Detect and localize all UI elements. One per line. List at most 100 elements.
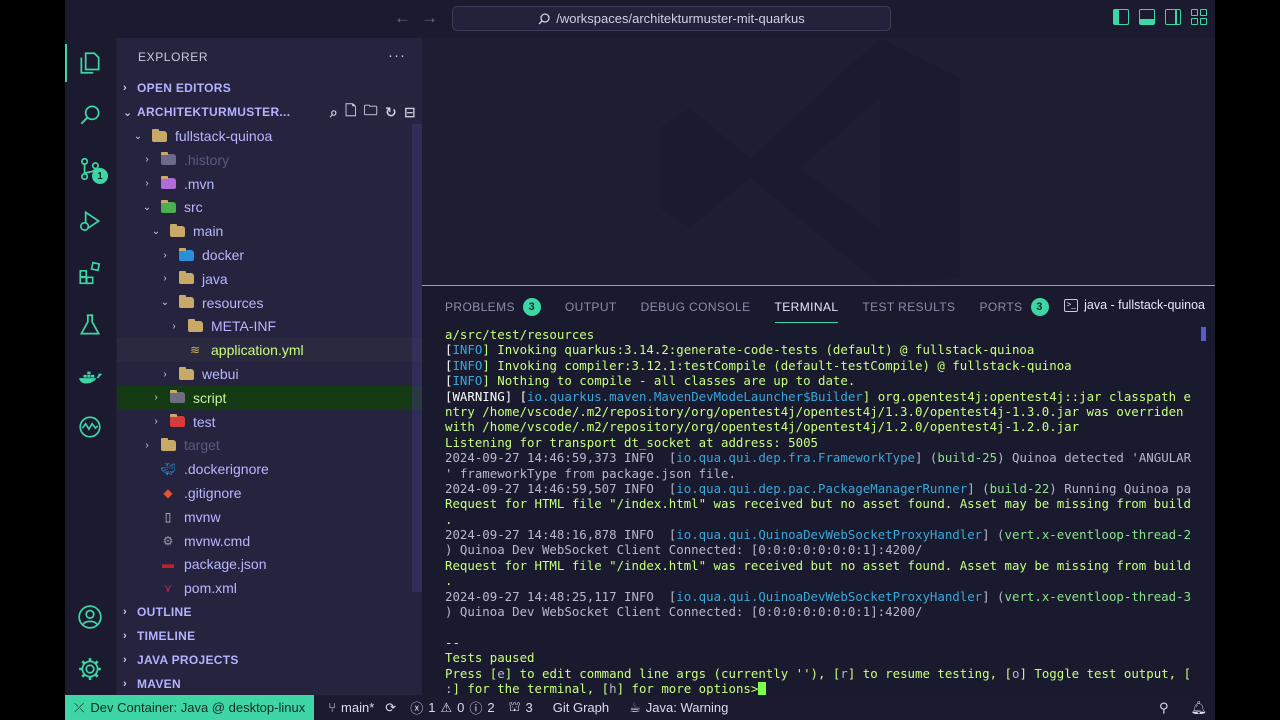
terminal-text: INFO bbox=[624, 480, 669, 496]
tree-folder-webui[interactable]: › webui bbox=[117, 362, 422, 386]
terminal-text: Press [ bbox=[445, 665, 498, 681]
testing-flask-icon[interactable] bbox=[75, 310, 105, 340]
tree-folder-resources[interactable]: ⌄ resources bbox=[117, 291, 422, 315]
tree-scrollbar[interactable] bbox=[412, 124, 422, 592]
account-icon[interactable] bbox=[75, 602, 105, 632]
more-actions-icon[interactable]: ··· bbox=[388, 47, 406, 64]
toggle-panel-icon[interactable] bbox=[1139, 9, 1155, 25]
tree-item-label: .gitignore bbox=[184, 485, 242, 501]
java-status[interactable]: ☕ Java: Warning bbox=[629, 700, 728, 716]
activity-bar: 1 bbox=[65, 38, 115, 695]
terminal-text: ] org.opentest4j:opentest4j::jar classpa… bbox=[862, 388, 1192, 404]
tree-item-label: .history bbox=[184, 151, 230, 168]
info-count: 2 bbox=[487, 700, 495, 715]
tree-folder-java[interactable]: › java bbox=[117, 267, 422, 291]
terminal-scrollbar[interactable] bbox=[1201, 327, 1206, 341]
explorer-sidebar: EXPLORER ··· › OPEN EDITORS ⌄ ARCHITEKTU… bbox=[117, 38, 422, 695]
tree-folder-fullstackquinoa[interactable]: ⌄ fullstack-quinoa bbox=[117, 124, 422, 148]
tab-problems[interactable]: PROBLEMS 3 bbox=[445, 296, 541, 318]
folder-docker-icon bbox=[178, 247, 194, 262]
tree-file-dockerignore[interactable]: 🐳︎ .dockerignore bbox=[117, 457, 422, 481]
toggle-primary-sidebar-icon[interactable] bbox=[1113, 9, 1129, 25]
section-timeline[interactable]: › TIMELINE bbox=[117, 624, 422, 648]
refresh-icon[interactable]: ↻ bbox=[385, 104, 397, 121]
tree-folder-main[interactable]: ⌄ main bbox=[117, 219, 422, 243]
section-project[interactable]: ⌄ ARCHITEKTURMUSTER... ⌕ 🗋 🗀 ↻ ⊟ bbox=[117, 100, 422, 124]
search-icon[interactable] bbox=[75, 100, 105, 130]
terminal-text: 2024-09-27 14:46:59,373 bbox=[445, 450, 625, 466]
remote-explorer-icon[interactable] bbox=[75, 412, 105, 442]
terminal-text: h bbox=[609, 680, 617, 696]
tree-folder-target[interactable]: › target bbox=[117, 433, 422, 457]
ports-count: 3 bbox=[525, 700, 533, 715]
terminal-text: e bbox=[497, 665, 505, 681]
tab-debug-console[interactable]: DEBUG CONSOLE bbox=[641, 296, 751, 318]
tree-folder-metainf[interactable]: › META-INF bbox=[117, 314, 422, 338]
customize-layout-icon[interactable] bbox=[1191, 9, 1207, 25]
ports-status[interactable]: ⛫ 3 bbox=[509, 699, 533, 717]
tree-file-mvnwcmd[interactable]: ⚙ mvnw.cmd bbox=[117, 529, 422, 553]
tree-item-label: mvnw bbox=[184, 508, 221, 525]
tree-file-pomxml[interactable]: ⋎ pom.xml bbox=[117, 576, 422, 600]
section-outline[interactable]: › OUTLINE bbox=[117, 600, 422, 624]
terminal-line: with /home/vscode/.m2/repository/org/ope… bbox=[445, 419, 1201, 434]
folder-icon bbox=[187, 318, 203, 333]
section-open-editors[interactable]: › OPEN EDITORS bbox=[117, 76, 422, 100]
chevron-right-icon: › bbox=[163, 273, 167, 285]
terminal-text: ] Nothing to compile - all classes are u… bbox=[482, 373, 856, 389]
pin-icon[interactable]: ⚲ bbox=[1159, 700, 1169, 716]
arrow-left-icon[interactable]: ← bbox=[394, 8, 411, 28]
tree-folder-script[interactable]: › script bbox=[117, 385, 422, 410]
chevron-right-icon: › bbox=[154, 392, 158, 404]
tree-folder-history[interactable]: › .history bbox=[117, 148, 422, 172]
new-folder-icon[interactable]: 🗀 bbox=[364, 100, 378, 124]
section-label: ARCHITEKTURMUSTER... bbox=[137, 105, 291, 119]
tree-file-packagejson[interactable]: ▬ package.json bbox=[117, 552, 422, 576]
tree-folder-mvn[interactable]: › .mvn bbox=[117, 172, 422, 196]
chevron-down-icon: ⌄ bbox=[160, 297, 170, 309]
remote-indicator[interactable]: ⤫ Dev Container: Java @ desktop-linux bbox=[65, 695, 315, 720]
terminal-output[interactable]: a/src/test/resources [INFO] Invoking quar… bbox=[445, 327, 1201, 696]
tree-folder-docker[interactable]: › docker bbox=[117, 243, 422, 267]
terminal-text: ] Toggle test output, [ bbox=[1019, 665, 1192, 681]
tree-item-label: resources bbox=[202, 294, 264, 311]
tree-file-gitignore[interactable]: ◆ .gitignore bbox=[117, 481, 422, 505]
terminal-line: . bbox=[445, 512, 1201, 527]
tab-output[interactable]: OUTPUT bbox=[565, 296, 617, 318]
terminal-text: ) Quinoa detected 'ANGULAR bbox=[997, 450, 1192, 466]
section-maven[interactable]: › MAVEN bbox=[117, 672, 422, 696]
tree-folder-test[interactable]: › test bbox=[117, 410, 422, 434]
search-files-icon[interactable]: ⌕ bbox=[330, 104, 338, 121]
branch-status[interactable]: ⑂ main* ⟳ bbox=[328, 700, 396, 716]
tree-item-label: java bbox=[202, 270, 228, 287]
tab-label: OUTPUT bbox=[564, 300, 617, 314]
tab-test-results[interactable]: TEST RESULTS bbox=[862, 296, 955, 318]
terminal-text: Tests paused bbox=[445, 650, 535, 666]
git-graph-status[interactable]: Git Graph bbox=[553, 700, 609, 715]
chevron-down-icon: ⌄ bbox=[151, 225, 161, 237]
collapse-all-icon[interactable]: ⊟ bbox=[404, 104, 416, 121]
explorer-icon[interactable] bbox=[65, 44, 105, 82]
section-java-projects[interactable]: › JAVA PROJECTS bbox=[117, 648, 422, 672]
terminal-line: 2024-09-27 14:48:16,878 INFO [io.qua.qui… bbox=[445, 527, 1201, 542]
extensions-icon[interactable] bbox=[75, 258, 105, 288]
tree-file-mvnw[interactable]: ▯ mvnw bbox=[117, 505, 422, 529]
command-center-search[interactable]: /workspaces/architekturmuster-mit-quarku… bbox=[452, 6, 891, 31]
docker-icon[interactable] bbox=[75, 362, 105, 392]
toggle-secondary-sidebar-icon[interactable] bbox=[1165, 9, 1181, 25]
layout-controls bbox=[1113, 9, 1207, 25]
panel-tabs: PROBLEMS 3 OUTPUT DEBUG CONSOLE TERMINAL… bbox=[445, 296, 1049, 323]
bell-icon[interactable]: 🔔︎ bbox=[1190, 700, 1207, 716]
tree-file-applicationyml[interactable]: ≋ application.yml bbox=[117, 338, 422, 363]
problems-status[interactable]: ⓧ 1 ⚠ 0 ⓘ 2 bbox=[410, 698, 494, 717]
new-file-icon[interactable]: 🗋 bbox=[345, 100, 357, 124]
tree-folder-src[interactable]: ⌄ src bbox=[117, 195, 422, 219]
terminal-instance[interactable]: >_ java - fullstack-quinoa bbox=[1064, 298, 1205, 312]
settings-gear-icon[interactable] bbox=[75, 654, 105, 684]
tab-terminal[interactable]: TERMINAL bbox=[774, 296, 839, 323]
source-control-icon[interactable]: 1 bbox=[75, 154, 108, 184]
arrow-right-icon[interactable]: → bbox=[421, 8, 438, 28]
run-debug-icon[interactable] bbox=[75, 206, 105, 236]
terminal-text: io.qua.qui.dep.fra.FrameworkType bbox=[676, 450, 915, 466]
tab-ports[interactable]: PORTS 3 bbox=[979, 296, 1049, 318]
